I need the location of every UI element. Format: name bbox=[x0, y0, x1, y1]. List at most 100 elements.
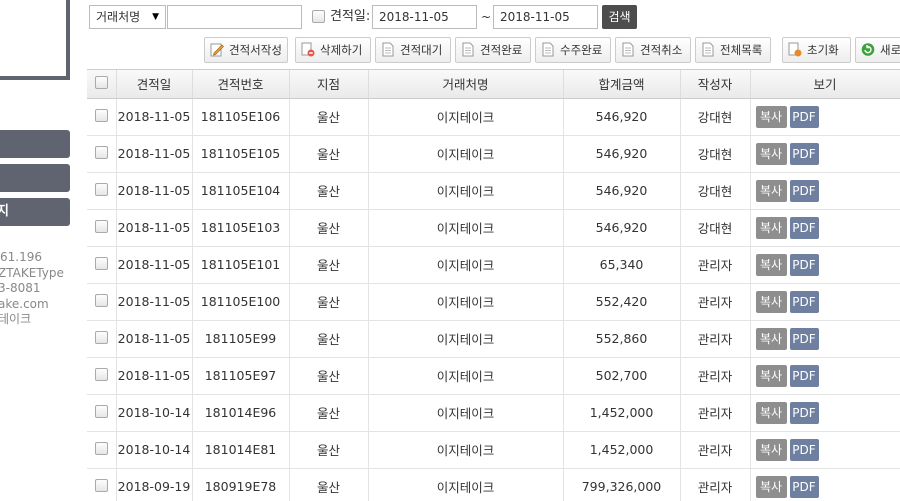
branch-cell: 울산 bbox=[289, 135, 369, 173]
row-checkbox[interactable] bbox=[94, 108, 108, 122]
reset-button[interactable]: 초기화 bbox=[782, 37, 851, 63]
table-row[interactable]: 2018-10-14 181014E81 울산 이지테이크 1,452,000 관리자 복사… bbox=[87, 431, 900, 469]
table-row[interactable]: 2018-11-05 181105E101 울산 이지테이크 65,340 관리자 복사 PD… bbox=[87, 246, 900, 284]
pdf-button[interactable]: PDF bbox=[789, 216, 819, 239]
company-ip: 61.196 bbox=[0, 250, 42, 264]
table-row[interactable]: 2018-11-05 181105E106 울산 이지테이크 546,920 강대현 복사 P… bbox=[87, 98, 900, 136]
quote-table: 견적일 견적번호 지점 거래처명 합계금액 작성자 보기 2018-11-05 1… bbox=[87, 69, 900, 501]
row-checkbox[interactable] bbox=[94, 367, 108, 381]
column-header-amount[interactable]: 합계금액 bbox=[563, 70, 681, 99]
create-quote-button[interactable]: 견적서작성 bbox=[204, 37, 288, 63]
row-checkbox[interactable] bbox=[94, 293, 108, 307]
client-name-cell: 이지테이크 bbox=[368, 209, 564, 247]
table-row[interactable]: 2018-11-05 181105E97 울산 이지테이크 502,700 관리자 복사 PD… bbox=[87, 357, 900, 395]
pdf-button[interactable]: PDF bbox=[789, 364, 819, 387]
pdf-button[interactable]: PDF bbox=[789, 401, 819, 424]
row-checkbox[interactable] bbox=[94, 404, 108, 418]
table-row[interactable]: 2018-11-05 181105E100 울산 이지테이크 552,420 관리자 복사 P… bbox=[87, 283, 900, 321]
writer-cell: 관리자 bbox=[680, 431, 751, 469]
writer-cell: 관리자 bbox=[680, 320, 751, 358]
date-filter-checkbox[interactable] bbox=[312, 10, 325, 23]
table-row[interactable]: 2018-09-19 180919E78 울산 이지테이크 799,326,000 관리자… bbox=[87, 468, 900, 501]
writer-cell: 강대현 bbox=[680, 135, 751, 173]
writer-cell: 관리자 bbox=[680, 468, 751, 501]
copy-button[interactable]: 복사 bbox=[755, 216, 787, 239]
quote-date-cell: 2018-10-14 bbox=[116, 431, 193, 469]
client-name-cell: 이지테이크 bbox=[368, 246, 564, 284]
pdf-button[interactable]: PDF bbox=[789, 475, 819, 498]
sidebar-menu-item-2[interactable] bbox=[0, 164, 70, 192]
row-checkbox[interactable] bbox=[94, 441, 108, 455]
delete-button[interactable]: 삭제하기 bbox=[295, 37, 371, 63]
table-row[interactable]: 2018-11-05 181105E104 울산 이지테이크 546,920 강대현 복사 P… bbox=[87, 172, 900, 210]
search-button[interactable]: 검색 bbox=[602, 5, 637, 29]
quote-complete-label: 견적완료 bbox=[480, 43, 523, 57]
quote-complete-button[interactable]: 견적완료 bbox=[455, 37, 531, 63]
date-to-input[interactable] bbox=[493, 5, 598, 29]
table-row[interactable]: 2018-11-05 181105E103 울산 이지테이크 546,920 강대현 복사 P… bbox=[87, 209, 900, 247]
table-row[interactable]: 2018-11-05 181105E99 울산 이지테이크 552,860 관리자 복사 PD… bbox=[87, 320, 900, 358]
column-header-branch[interactable]: 지점 bbox=[289, 70, 369, 99]
document-icon bbox=[382, 42, 394, 57]
row-checkbox[interactable] bbox=[94, 478, 108, 492]
row-checkbox[interactable] bbox=[94, 256, 108, 270]
sidebar-menu-item-3[interactable]: 지 bbox=[0, 198, 70, 226]
column-header-writer[interactable]: 작성자 bbox=[680, 70, 751, 99]
view-actions-cell: 복사 PDF bbox=[750, 98, 900, 136]
order-complete-button[interactable]: 수주완료 bbox=[535, 37, 611, 63]
column-header-quote-no[interactable]: 견적번호 bbox=[192, 70, 290, 99]
quote-number-cell: 181105E100 bbox=[192, 283, 290, 321]
row-select-cell bbox=[87, 431, 117, 469]
copy-button[interactable]: 복사 bbox=[755, 364, 787, 387]
copy-button[interactable]: 복사 bbox=[755, 290, 787, 313]
copy-button[interactable]: 복사 bbox=[755, 475, 787, 498]
table-row[interactable]: 2018-10-14 181014E96 울산 이지테이크 1,452,000 관리자 복사… bbox=[87, 394, 900, 432]
copy-button[interactable]: 복사 bbox=[755, 105, 787, 128]
delete-label: 삭제하기 bbox=[320, 43, 363, 57]
sidebar-menu-item-1[interactable] bbox=[0, 130, 70, 158]
total-amount-cell: 799,326,000 bbox=[563, 468, 681, 501]
pdf-button[interactable]: PDF bbox=[789, 438, 819, 461]
table-row[interactable]: 2018-11-05 181105E105 울산 이지테이크 546,920 강대현 복사 P… bbox=[87, 135, 900, 173]
writer-cell: 강대현 bbox=[680, 172, 751, 210]
column-header-date[interactable]: 견적일 bbox=[116, 70, 193, 99]
pdf-button[interactable]: PDF bbox=[789, 327, 819, 350]
pdf-button[interactable]: PDF bbox=[789, 105, 819, 128]
search-field-select[interactable]: 거래처명 ▼ bbox=[89, 5, 166, 29]
row-checkbox[interactable] bbox=[94, 182, 108, 196]
row-select-cell bbox=[87, 172, 117, 210]
copy-button[interactable]: 복사 bbox=[755, 438, 787, 461]
pdf-button[interactable]: PDF bbox=[789, 253, 819, 276]
all-list-label: 전체목록 bbox=[720, 43, 763, 57]
row-checkbox[interactable] bbox=[94, 330, 108, 344]
keyword-input[interactable] bbox=[167, 5, 302, 29]
quote-cancel-button[interactable]: 견적취소 bbox=[615, 37, 691, 63]
client-name-cell: 이지테이크 bbox=[368, 431, 564, 469]
client-name-cell: 이지테이크 bbox=[368, 283, 564, 321]
quote-pending-button[interactable]: 견적대기 bbox=[375, 37, 451, 63]
pdf-button[interactable]: PDF bbox=[789, 142, 819, 165]
copy-button[interactable]: 복사 bbox=[755, 179, 787, 202]
branch-cell: 울산 bbox=[289, 246, 369, 284]
all-list-button[interactable]: 전체목록 bbox=[695, 37, 771, 63]
row-checkbox[interactable] bbox=[94, 219, 108, 233]
quote-date-cell: 2018-11-05 bbox=[116, 320, 193, 358]
row-checkbox[interactable] bbox=[94, 145, 108, 159]
pdf-button[interactable]: PDF bbox=[789, 290, 819, 313]
date-from-input[interactable] bbox=[372, 5, 477, 29]
copy-button[interactable]: 복사 bbox=[755, 142, 787, 165]
copy-button[interactable]: 복사 bbox=[755, 401, 787, 424]
refresh-button[interactable]: 새로 bbox=[855, 37, 900, 63]
quote-date-cell: 2018-11-05 bbox=[116, 135, 193, 173]
select-all-checkbox[interactable] bbox=[94, 75, 108, 89]
column-header-client[interactable]: 거래처명 bbox=[368, 70, 564, 99]
quote-date-cell: 2018-11-05 bbox=[116, 283, 193, 321]
pdf-button[interactable]: PDF bbox=[789, 179, 819, 202]
view-actions-cell: 복사 PDF bbox=[750, 283, 900, 321]
copy-button[interactable]: 복사 bbox=[755, 327, 787, 350]
document-icon bbox=[542, 42, 554, 57]
quote-pending-label: 견적대기 bbox=[400, 43, 443, 57]
view-actions-cell: 복사 PDF bbox=[750, 209, 900, 247]
copy-button[interactable]: 복사 bbox=[755, 253, 787, 276]
quote-date-cell: 2018-11-05 bbox=[116, 246, 193, 284]
